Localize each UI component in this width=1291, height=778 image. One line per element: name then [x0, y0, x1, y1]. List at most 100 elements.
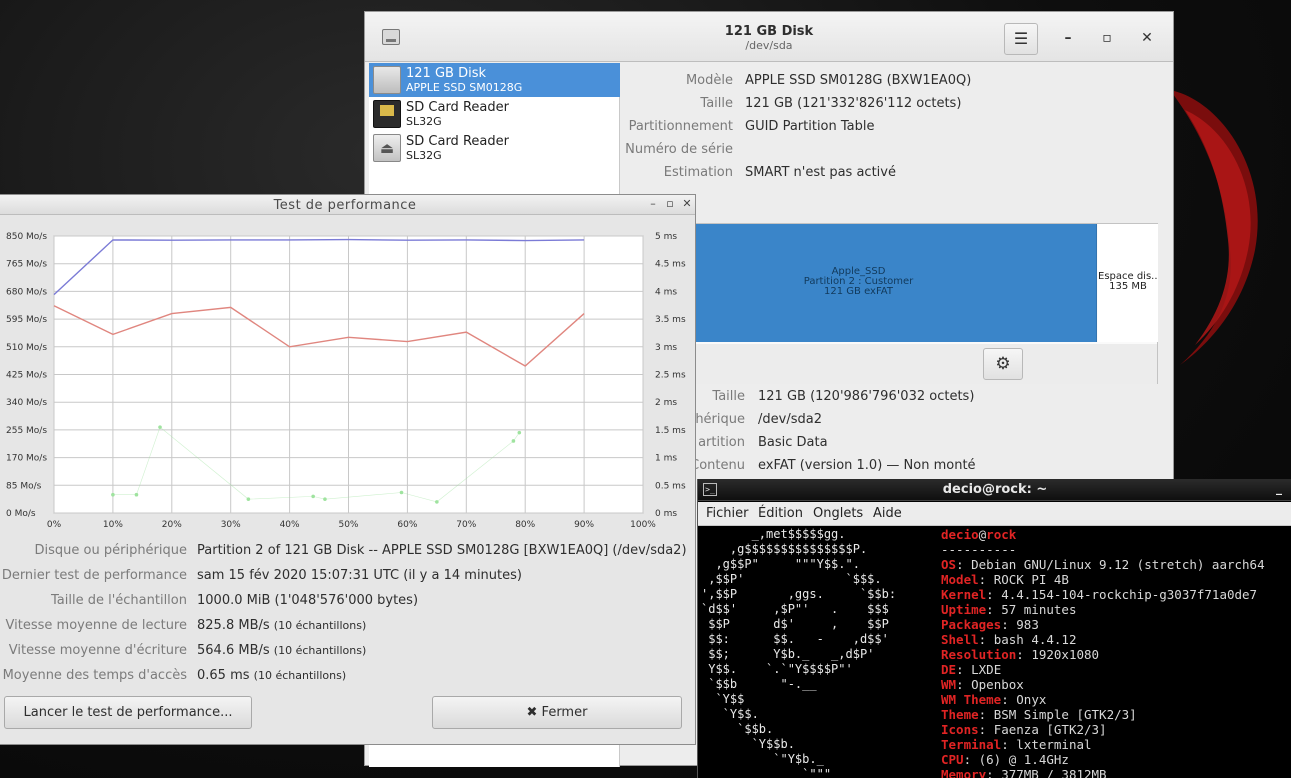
y-tick-label-right: 0 ms [655, 509, 677, 519]
neofetch-row: WM: Openbox [941, 677, 1265, 692]
volume-partition-value: Basic Data [758, 435, 828, 450]
y-tick-label-left: 255 Mo/s [6, 426, 47, 436]
maximize-button[interactable]: ▫ [663, 197, 677, 210]
y-tick-label-right: 0.5 ms [655, 481, 686, 491]
neofetch-row: Uptime: 57 minutes [941, 602, 1265, 617]
disk-item-sd-card-2[interactable]: ⏏ SD Card Reader SL32G [369, 131, 620, 165]
avg-access-value: 0.65 ms (10 échantillons) [197, 668, 346, 683]
access-time-point [323, 497, 327, 501]
size-label: Taille [700, 96, 733, 111]
disk-model: SL32G [406, 149, 442, 162]
y-tick-label-right: 4.5 ms [655, 260, 686, 270]
neofetch-row: Memory: 377MB / 3812MB [941, 767, 1265, 778]
last-benchmark-text: sam 15 fév 2020 15:07:31 UTC (il y a 14 … [197, 568, 522, 583]
close-button[interactable]: ✕ [680, 197, 694, 210]
y-tick-label-left: 170 Mo/s [6, 454, 47, 464]
avg-write-value: 564.6 MB/s (10 échantillons) [197, 643, 366, 658]
menu-button[interactable]: ☰ [1004, 23, 1038, 55]
volume-partition-label: artition [698, 435, 745, 450]
y-tick-label-right: 4 ms [655, 287, 677, 297]
y-tick-label-right: 1 ms [655, 454, 677, 464]
info-key: Theme [941, 707, 979, 722]
free-space-block[interactable]: Espace dis... 135 MB [1098, 224, 1158, 342]
terminal-titlebar: >_ decio@rock: ~ _ [698, 479, 1291, 501]
neofetch-row: DE: LXDE [941, 662, 1265, 677]
avg-write-text: 564.6 MB/s [197, 643, 270, 658]
avg-access-label: Moyenne des temps d'accès [2, 668, 187, 683]
benchmark-titlebar: Test de performance – ▫ ✕ [0, 195, 695, 215]
menu-fichier[interactable]: Fichier [706, 506, 749, 521]
info-key: Terminal [941, 737, 1002, 752]
disks-title: 121 GB Disk [724, 24, 814, 39]
volume-size-value: 121 GB (120'986'796'032 octets) [758, 389, 975, 404]
benchmark-window: Test de performance – ▫ ✕ 0% 10% 20% 30% 40%… [0, 194, 696, 745]
separator-text: ---------- [941, 542, 1017, 557]
x-tick-label: 60% [397, 520, 417, 530]
access-time-point [134, 492, 139, 497]
menu-edition[interactable]: Édition [758, 506, 803, 521]
free-space-size: 135 MB [1109, 281, 1147, 292]
neofetch-row: Model: ROCK PI 4B [941, 572, 1265, 587]
neofetch-row: Kernel: 4.4.154-104-rockchip-g3037f71a0d… [941, 587, 1265, 602]
access-time-point [435, 500, 439, 504]
volume-size-label: Taille [712, 389, 745, 404]
x-tick-label: 20% [162, 520, 182, 530]
x-tick-label: 80% [515, 520, 535, 530]
neofetch-row: WM Theme: Onyx [941, 692, 1265, 707]
minimize-button[interactable]: _ [1276, 481, 1282, 495]
y-tick-label-left: 0 Mo/s [6, 509, 36, 519]
close-button[interactable]: ✕ [1133, 24, 1161, 52]
terminal-window: >_ decio@rock: ~ _ Fichier Édition Ongle… [697, 479, 1291, 778]
y-tick-label-left: 595 Mo/s [6, 315, 47, 325]
disk-name: SD Card Reader [406, 100, 509, 115]
menu-onglets[interactable]: Onglets [813, 506, 863, 521]
start-benchmark-button[interactable]: Lancer le test de performance... [4, 696, 252, 729]
y-tick-label-left: 510 Mo/s [6, 343, 47, 353]
avg-read-label: Vitesse moyenne de lecture [5, 618, 187, 633]
serial-label: Numéro de série [625, 142, 733, 157]
info-value: : 57 minutes [986, 602, 1077, 617]
minimize-button[interactable]: – [1054, 24, 1082, 52]
minimize-button[interactable]: – [646, 197, 660, 210]
access-time-point [111, 492, 115, 497]
model-value: APPLE SSD SM0128G (BXW1EA0Q) [745, 73, 972, 88]
info-key: DE [941, 662, 957, 677]
y-tick-label-left: 425 Mo/s [6, 371, 47, 381]
assessment-value: SMART n'est pas activé [745, 165, 896, 180]
model-label: Modèle [685, 73, 733, 88]
avg-read-value: 825.8 MB/s (10 échantillons) [197, 618, 366, 633]
disk-item-sd-card-1[interactable]: SD Card Reader SL32G [369, 97, 620, 131]
gear-icon: ⚙ [995, 354, 1011, 374]
neofetch-header: decio@rock [941, 527, 1265, 542]
x-tick-label: 90% [574, 520, 594, 530]
volume-device-value: /dev/sda2 [758, 412, 822, 427]
debian-ascii-logo: _,met$$$$$gg. ,g$$$$$$$$$$$$$$$P. ,g$$P"… [701, 527, 897, 778]
partition-settings-button[interactable]: ⚙ [983, 348, 1023, 380]
avg-read-text: 825.8 MB/s [197, 618, 270, 633]
neofetch-host: rock [986, 527, 1017, 542]
info-key: Memory [941, 767, 987, 778]
info-value: : 1920x1080 [1016, 647, 1100, 662]
disk-item-121gb[interactable]: 121 GB Disk APPLE SSD SM0128G [369, 63, 620, 97]
maximize-button[interactable]: ▫ [1093, 24, 1121, 52]
avg-access-text: 0.65 ms [197, 668, 250, 683]
x-tick-label: 10% [103, 520, 123, 530]
access-time-point [158, 425, 162, 429]
device-value: Partition 2 of 121 GB Disk -- APPLE SSD … [197, 543, 687, 558]
neofetch-row: Icons: Faenza [GTK2/3] [941, 722, 1265, 737]
info-key: WM [941, 677, 957, 692]
y-tick-label-right: 1.5 ms [655, 426, 686, 436]
info-value: : Faenza [GTK2/3] [978, 722, 1107, 737]
disk-model: APPLE SSD SM0128G [406, 81, 523, 94]
menu-aide[interactable]: Aide [873, 506, 902, 521]
disks-subtitle: /dev/sda [745, 39, 793, 52]
y-tick-label-left: 680 Mo/s [6, 287, 47, 297]
info-value: : LXDE [956, 662, 1002, 677]
close-benchmark-button[interactable]: ✖ Fermer [432, 696, 682, 729]
terminal-output[interactable]: _,met$$$$$gg. ,g$$$$$$$$$$$$$$$P. ,g$$P"… [698, 527, 1291, 778]
device-label: Disque ou périphérique [34, 543, 187, 558]
access-time-point [311, 494, 315, 499]
x-tick-label: 40% [280, 520, 300, 530]
info-value: : (6) @ 1.4GHz [963, 752, 1069, 767]
info-key: Shell [941, 632, 979, 647]
